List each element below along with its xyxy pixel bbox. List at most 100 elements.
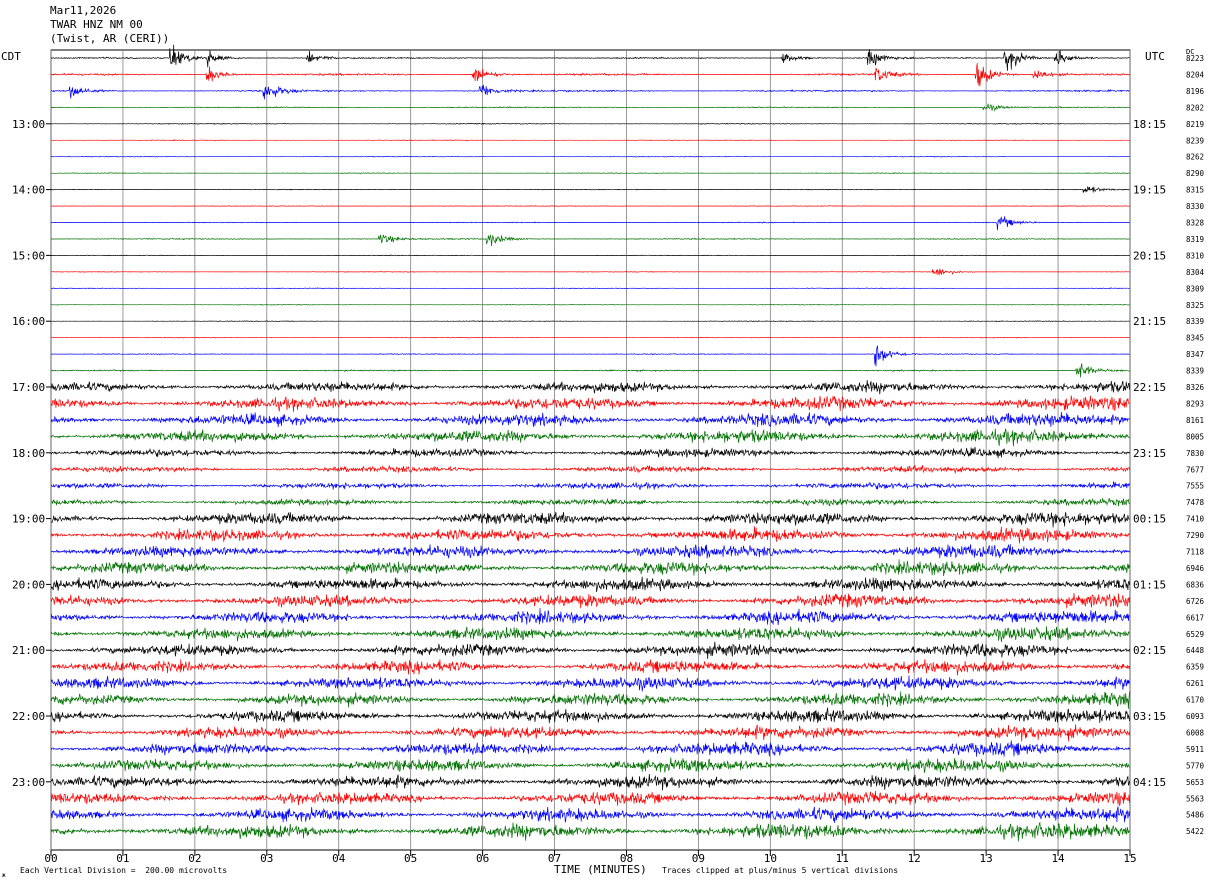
trace-row [50, 497, 1130, 507]
scale-note: Each Vertical Division = 200.00 microvol… [20, 866, 228, 875]
dc-offset-label: 5422 [1186, 827, 1204, 836]
dc-offset-label: 8005 [1186, 432, 1204, 441]
dc-offset-label: 8223 [1186, 54, 1204, 63]
utc-hour-label: 22:15 [1133, 381, 1166, 394]
trace-row [50, 707, 1130, 724]
local-hour-label: 16:00 [12, 315, 45, 328]
trace-row [50, 395, 1130, 412]
x-tick-label: 13 [980, 852, 993, 865]
x-tick-label: 02 [188, 852, 201, 865]
dc-offset-label: 8330 [1186, 202, 1205, 211]
trace-row [50, 103, 1130, 112]
x-tick-label: 05 [404, 852, 417, 865]
trace-row [50, 526, 1130, 544]
trace-row [51, 216, 1130, 231]
trace-row [50, 593, 1130, 609]
x-tick-label: 01 [116, 852, 129, 865]
dc-offset-label: 6617 [1186, 613, 1204, 622]
trace-row [51, 336, 1130, 339]
local-hour-label: 22:00 [12, 710, 45, 723]
dc-offset-label: 8319 [1186, 235, 1204, 244]
trace-row [50, 821, 1130, 842]
utc-hour-label: 21:15 [1133, 315, 1166, 328]
trace-row [50, 380, 1130, 395]
trace-row [50, 559, 1130, 577]
axis-labels: 00 01 02 03 04 05 06 07 08 09 10 11 12 13 14 1582238204… [12, 54, 1205, 865]
x-tick-label: 09 [692, 852, 705, 865]
local-hour-label: 19:00 [12, 513, 45, 526]
trace-row [50, 205, 1130, 207]
utc-hour-label: 01:15 [1133, 578, 1166, 591]
x-tick-label: 10 [764, 852, 777, 865]
trace-row [50, 757, 1130, 773]
trace-row [50, 363, 1130, 378]
dc-offset-label: 8239 [1186, 136, 1204, 145]
dc-offset-label: 8309 [1186, 284, 1204, 293]
dc-offset-label: 7830 [1186, 449, 1205, 458]
trace-row [50, 122, 1130, 125]
dc-offset-label: 8347 [1186, 350, 1204, 359]
local-hour-label: 14:00 [12, 184, 45, 197]
trace-row [50, 511, 1130, 528]
local-hour-label: 13:00 [12, 118, 45, 131]
trace-row [50, 44, 1130, 71]
x-tick-label: 15 [1123, 852, 1136, 865]
dc-offset-label: 8202 [1186, 103, 1204, 112]
trace-row [51, 287, 1130, 290]
trace-row [50, 320, 1130, 323]
dc-offset-label: 7677 [1186, 465, 1204, 474]
x-tick-label: 00 [44, 852, 57, 865]
x-tick-label: 03 [260, 852, 273, 865]
x-axis-title: TIME (MINUTES) [554, 863, 647, 876]
utc-hour-label: 19:15 [1133, 184, 1166, 197]
dc-offset-label: 8325 [1186, 301, 1204, 310]
dc-offset-label: 6170 [1186, 696, 1205, 705]
local-hour-label: 17:00 [12, 381, 45, 394]
dc-offset-label: 8290 [1186, 169, 1205, 178]
dc-offset-label: 8304 [1186, 268, 1205, 277]
x-tick-label: 06 [476, 852, 489, 865]
trace-row [50, 675, 1130, 692]
utc-hour-label: 00:15 [1133, 513, 1166, 526]
trace-row [50, 186, 1130, 193]
x-tick-label: 14 [1051, 852, 1065, 865]
dc-offset-label: 8219 [1186, 120, 1204, 129]
trace-row [50, 740, 1130, 757]
dc-offset-label: 7290 [1186, 531, 1205, 540]
dc-offset-label: 5486 [1186, 811, 1205, 820]
dc-offset-label: 8315 [1186, 186, 1204, 195]
trace-row [50, 790, 1130, 807]
dc-offset-label: 6261 [1186, 679, 1204, 688]
local-hour-label: 23:00 [12, 776, 45, 789]
dc-offset-label: 7410 [1186, 515, 1205, 524]
trace-row [50, 806, 1130, 823]
trace-row [50, 62, 1130, 87]
dc-offset-label: 7118 [1186, 548, 1205, 557]
dc-offset-label: 7478 [1186, 498, 1205, 507]
trace-row [50, 576, 1130, 593]
utc-hour-label: 20:15 [1133, 249, 1166, 262]
dc-offset-label: 8328 [1186, 219, 1205, 228]
x-tick-label: 04 [332, 852, 346, 865]
dc-offset-label: 5563 [1186, 794, 1204, 803]
dc-offset-label: 7555 [1186, 482, 1204, 491]
trace-row [50, 139, 1130, 142]
trace-row [50, 773, 1130, 791]
dc-offset-label: 6093 [1186, 712, 1204, 721]
dc-offset-label: 6726 [1186, 597, 1205, 606]
trace-row [50, 428, 1130, 447]
utc-hour-label: 23:15 [1133, 447, 1166, 460]
dc-offset-label: 6359 [1186, 663, 1204, 672]
helicorder-plot: 00 01 02 03 04 05 06 07 08 09 10 11 12 13 14 1582238204… [12, 44, 1205, 865]
dc-offset-label: 5770 [1186, 761, 1205, 770]
dc-offset-label: 8339 [1186, 367, 1204, 376]
trace-row [51, 303, 1130, 306]
x-tick-label: 12 [908, 852, 921, 865]
dc-offset-label: 6448 [1186, 646, 1205, 655]
local-hour-label: 21:00 [12, 644, 45, 657]
clip-note: Traces clipped at plus/minus 5 vertical … [662, 866, 899, 875]
trace-row [50, 659, 1130, 676]
trace-row [51, 172, 1130, 175]
utc-hour-label: 04:15 [1133, 776, 1166, 789]
dc-offset-label: 6008 [1186, 728, 1205, 737]
